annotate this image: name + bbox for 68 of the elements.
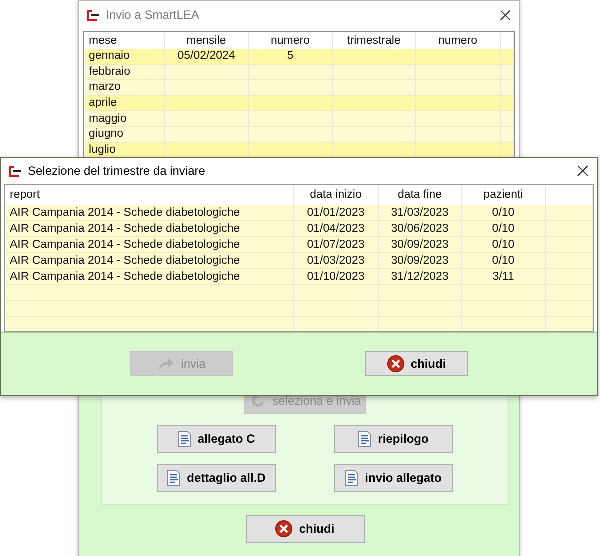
table-cell: AIR Campania 2014 - Schede diabetologiche [10, 270, 240, 282]
table-cell: 30/09/2023 [391, 238, 449, 250]
column-header[interactable]: data fine [398, 189, 442, 201]
table-cell: 05/02/2024 [178, 50, 236, 62]
table-cell: 01/07/2023 [307, 238, 365, 250]
table-row[interactable]: gennaio 05/02/2024 5 [85, 49, 514, 65]
table-cell: marzo [89, 81, 121, 94]
table-row[interactable]: marzo [85, 80, 514, 96]
table-cell: giugno [89, 128, 124, 140]
table-cell: 01/10/2023 [307, 270, 365, 282]
action-button[interactable]: riepilogo [334, 425, 453, 453]
table-row[interactable]: maggio [85, 111, 514, 127]
column-header[interactable]: data inizio [310, 189, 362, 201]
table-cell: luglio [89, 144, 116, 156]
column-header[interactable]: numero [438, 34, 478, 46]
column-header[interactable]: report [10, 189, 40, 201]
column-header[interactable]: mensile [186, 34, 226, 46]
table-row[interactable]: AIR Campania 2014 - Schede diabetologiche 01/03/2023 30/09/2023 0/10 [6, 253, 593, 269]
curved-arrow-icon [157, 356, 176, 372]
table-cell: 0/10 [492, 206, 515, 218]
table-row[interactable]: giugno [85, 126, 514, 143]
table-row[interactable]: AIR Campania 2014 - Schede diabetologiche 01/10/2023 31/12/2023 3/11 [6, 269, 593, 285]
window-title: Invio a SmartLEA [106, 8, 200, 22]
dialog-title: Selezione del trimestre da inviare [28, 164, 206, 178]
table-cell: maggio [89, 112, 127, 125]
table-cell: AIR Campania 2014 - Schede diabetologiche [10, 238, 240, 250]
close-icon [386, 354, 405, 372]
table-cell: aprile [89, 97, 118, 110]
table-cell: 3/11 [492, 270, 514, 282]
table-row[interactable]: AIR Campania 2014 - Schede diabetologiche 01/04/2023 30/06/2023 0/10 [6, 221, 593, 237]
close-button[interactable]: chiudi [365, 351, 468, 376]
table-row[interactable]: AIR Campania 2014 - Schede diabetologiche 01/01/2023 31/03/2023 0/10 [6, 205, 593, 221]
table-cell: 0/10 [492, 254, 515, 266]
action-button[interactable]: invio allegato [334, 464, 453, 492]
table-cell: gennaio [89, 50, 130, 62]
document-icon [178, 430, 192, 448]
table-row[interactable]: febbraio [85, 64, 514, 80]
table-cell: 30/09/2023 [391, 254, 449, 266]
table-cell: 31/12/2023 [391, 270, 449, 282]
table-row[interactable]: aprile [85, 96, 514, 112]
column-header[interactable]: trimestrale [347, 34, 401, 46]
app-logo-icon [7, 164, 22, 178]
app-logo-icon [85, 8, 100, 22]
document-icon [345, 470, 360, 486]
table-cell: 01/03/2023 [307, 254, 365, 266]
table-cell: AIR Campania 2014 - Schede diabetologiche [10, 254, 240, 266]
table-cell: febbraio [89, 66, 131, 78]
column-header[interactable]: mese [89, 34, 118, 46]
table-cell: AIR Campania 2014 - Schede diabetologiche [10, 206, 240, 218]
table-cell: 5 [287, 50, 294, 62]
document-icon [167, 470, 182, 486]
action-button[interactable]: allegato C [157, 425, 276, 453]
table-cell: AIR Campania 2014 - Schede diabetologiche [10, 222, 240, 234]
close-icon [275, 520, 294, 538]
action-button[interactable]: dettaglio all.D [157, 464, 276, 492]
close-button[interactable]: chiudi [246, 515, 364, 543]
close-icon[interactable] [500, 10, 511, 20]
column-header[interactable]: pazienti [484, 189, 524, 201]
table-cell: 30/06/2023 [391, 222, 449, 234]
table-cell: 01/04/2023 [307, 222, 365, 234]
table-cell: 0/10 [492, 238, 515, 250]
document-icon [358, 430, 372, 448]
column-header[interactable]: numero [271, 34, 310, 46]
close-icon[interactable] [577, 165, 589, 177]
table-cell: 31/03/2023 [391, 206, 449, 218]
table-cell: 01/01/2023 [307, 206, 365, 218]
table-cell: 0/10 [492, 222, 515, 234]
table-row[interactable]: AIR Campania 2014 - Schede diabetologiche 01/07/2023 30/09/2023 0/10 [6, 237, 593, 253]
